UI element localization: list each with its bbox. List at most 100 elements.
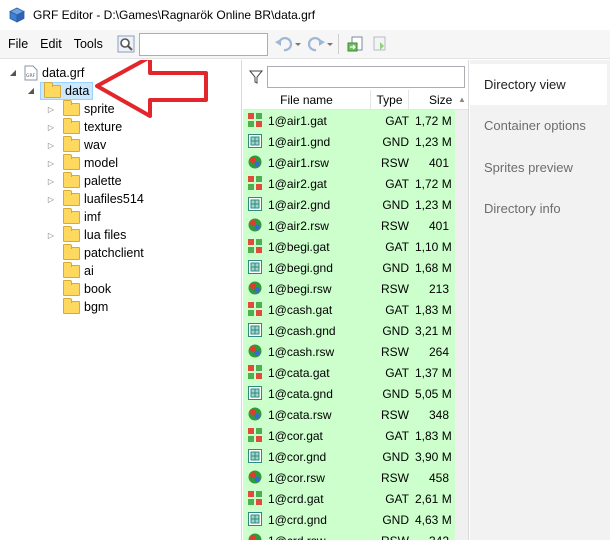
table-row[interactable]: 1@cata.gnd GND 5,05 M xyxy=(243,383,455,404)
column-header-type[interactable]: Type xyxy=(371,90,409,110)
folder-icon xyxy=(63,171,80,188)
search-icon xyxy=(117,35,135,53)
file-size-cell: 1,37 M xyxy=(415,365,452,380)
tree-item-label: sprite xyxy=(84,102,115,116)
tree-item-folder[interactable]: book xyxy=(46,279,111,298)
tab-container-options[interactable]: Container options xyxy=(470,105,610,146)
tree-root-label: data.grf xyxy=(42,66,85,80)
tree-item-folder[interactable]: ▷ sprite xyxy=(46,99,115,118)
menu-toolbar: File Edit Tools xyxy=(0,30,610,59)
table-row[interactable]: 1@begi.gat GAT 1,10 M xyxy=(243,236,455,257)
file-type-cell: GAT xyxy=(385,428,409,443)
expand-arrow-icon[interactable]: ▷ xyxy=(46,231,56,240)
table-row[interactable]: 1@cor.gnd GND 3,90 M xyxy=(243,446,455,467)
tree-item-folder[interactable]: ▷ palette xyxy=(46,171,122,190)
tree-root[interactable]: ◢ GRF data.grf xyxy=(8,64,84,82)
table-row[interactable]: 1@cash.rsw RSW 264 xyxy=(243,341,455,362)
file-type-cell: GAT xyxy=(385,365,409,380)
redo-button[interactable] xyxy=(306,33,334,55)
rsw-file-icon xyxy=(248,281,262,295)
table-row[interactable]: 1@air2.rsw RSW 401 xyxy=(243,215,455,236)
tree-item-label: data xyxy=(65,84,90,98)
collapse-arrow-icon[interactable]: ◢ xyxy=(26,86,36,96)
side-tabs-panel: Directory view Container options Sprites… xyxy=(470,60,610,540)
expand-arrow-icon[interactable]: ▷ xyxy=(46,105,56,114)
table-row[interactable]: 1@cash.gat GAT 1,83 M xyxy=(243,299,455,320)
file-name-cell: 1@air2.rsw xyxy=(268,218,329,233)
file-type-cell: GAT xyxy=(385,113,409,128)
table-row[interactable]: 1@crd.rsw RSW342 xyxy=(243,530,455,540)
table-row[interactable]: 1@air2.gnd GND 1,23 M xyxy=(243,194,455,215)
gat-file-icon xyxy=(248,302,262,316)
search-button[interactable] xyxy=(115,33,137,55)
menu-file[interactable]: File xyxy=(2,33,34,55)
file-size-cell: 1,83 M xyxy=(415,302,452,317)
tab-directory-info[interactable]: Directory info xyxy=(470,188,610,229)
table-row[interactable]: 1@begi.rsw RSW 213 xyxy=(243,278,455,299)
collapse-arrow-icon[interactable]: ◢ xyxy=(8,68,18,78)
tree-item-folder[interactable]: ▷ texture xyxy=(46,117,122,136)
filter-icon[interactable] xyxy=(249,70,263,84)
tree-item-folder[interactable]: patchclient xyxy=(46,243,144,262)
file-size-cell: 1,72 M xyxy=(415,113,452,128)
gat-file-icon xyxy=(248,491,262,505)
table-row[interactable]: 1@cash.gnd GND 3,21 M xyxy=(243,320,455,341)
table-row[interactable]: 1@air1.gnd GND 1,23 M xyxy=(243,131,455,152)
expand-arrow-icon[interactable]: ▷ xyxy=(46,195,56,204)
tree-item-folder[interactable]: ▷ luafiles514 xyxy=(46,189,144,208)
file-name-cell: 1@air1.rsw xyxy=(268,155,329,170)
extract-button[interactable] xyxy=(345,33,367,55)
file-name-cell: 1@cata.gat xyxy=(268,365,330,380)
table-row[interactable]: 1@crd.gnd GND 4,63 M xyxy=(243,509,455,530)
file-size-cell: 401 xyxy=(428,155,449,170)
undo-button[interactable] xyxy=(274,33,302,55)
menu-edit[interactable]: Edit xyxy=(34,33,68,55)
table-row[interactable]: 1@air2.gat GAT 1,72 M xyxy=(243,173,455,194)
table-row[interactable]: 1@begi.gnd GND 1,68 M xyxy=(243,257,455,278)
scroll-up-arrow-icon[interactable]: ▲ xyxy=(455,90,468,110)
extract-icon xyxy=(347,36,363,52)
search-input[interactable] xyxy=(138,32,268,56)
vertical-scrollbar[interactable] xyxy=(455,110,468,540)
table-row[interactable]: 1@crd.gat GAT 2,61 M xyxy=(243,488,455,509)
tree-item-folder[interactable]: ai xyxy=(46,261,94,280)
file-type-cell: GND xyxy=(382,512,409,527)
expand-arrow-icon[interactable]: ▷ xyxy=(46,141,56,150)
menu-tools[interactable]: Tools xyxy=(68,33,109,55)
expand-arrow-icon[interactable]: ▷ xyxy=(46,177,56,186)
tree-item-folder[interactable]: ▷ lua files xyxy=(46,225,126,244)
table-row[interactable]: 1@cor.rsw RSW 458 xyxy=(243,467,455,488)
tree-item-folder[interactable]: ▷ model xyxy=(46,153,118,172)
column-header-name[interactable]: File name xyxy=(243,90,371,110)
tree-item-folder[interactable]: bgm xyxy=(46,297,109,316)
tree-item-data[interactable]: ◢ data xyxy=(26,81,94,100)
filter-bar xyxy=(243,64,468,88)
tree-item-folder[interactable]: imf xyxy=(46,207,101,226)
expand-arrow-icon[interactable]: ▷ xyxy=(46,123,56,132)
filter-input[interactable] xyxy=(267,66,465,88)
gat-file-icon xyxy=(248,428,262,442)
table-row[interactable]: 1@air1.gat GAT 1,72 M xyxy=(243,110,455,131)
tab-directory-view[interactable]: Directory view xyxy=(470,64,607,105)
file-name-cell: 1@cor.gnd xyxy=(268,449,327,464)
table-row[interactable]: 1@cor.gat GAT 1,83 M xyxy=(243,425,455,446)
column-header-size[interactable]: Size xyxy=(409,90,455,110)
gnd-file-icon xyxy=(248,134,262,148)
file-type-cell: RSW xyxy=(381,281,409,296)
expand-arrow-icon[interactable]: ▷ xyxy=(46,159,56,168)
file-size-cell: 1,83 M xyxy=(415,428,452,443)
file-size-cell: 1,72 M xyxy=(415,176,452,191)
tree-item-label: bgm xyxy=(84,300,109,314)
table-row[interactable]: 1@cata.rsw RSW 348 xyxy=(243,404,455,425)
rsw-file-icon xyxy=(248,407,262,421)
table-row[interactable]: 1@cata.gat GAT 1,37 M xyxy=(243,362,455,383)
extract-all-button[interactable] xyxy=(369,33,391,55)
tree-item-folder[interactable]: ▷ wav xyxy=(46,135,106,154)
table-row[interactable]: 1@air1.rsw RSW 401 xyxy=(243,152,455,173)
tab-sprites-preview[interactable]: Sprites preview xyxy=(470,147,610,188)
title-bar: GRF Editor - D:\Games\Ragnarök Online BR… xyxy=(0,0,610,30)
file-name-cell: 1@air2.gnd xyxy=(268,197,331,212)
file-type-cell: RSW xyxy=(381,470,409,485)
file-type-cell: GND xyxy=(382,386,409,401)
folder-icon xyxy=(63,225,80,242)
